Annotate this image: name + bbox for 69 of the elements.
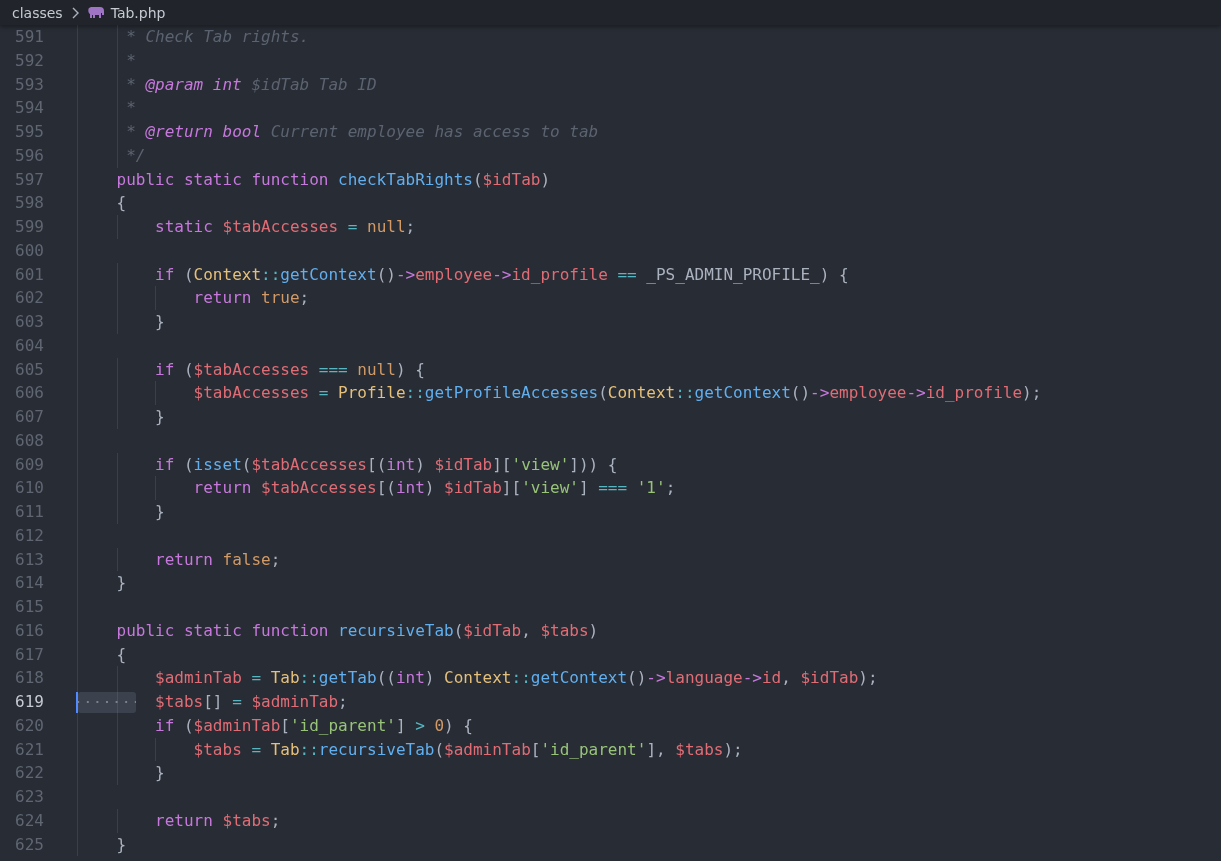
- code-line: public static function recursiveTab($idTab, $tabs): [116, 620, 599, 640]
- line-number: 603: [0, 310, 78, 334]
- current-line-marker: [76, 692, 78, 713]
- line-number: 625: [0, 832, 78, 857]
- line-number: 596: [0, 143, 78, 168]
- elephant-icon: [87, 6, 105, 19]
- line-number: 624: [0, 808, 78, 833]
- line-number: 608: [0, 428, 78, 453]
- code-line: }: [155, 312, 165, 331]
- line-number: 622: [0, 761, 78, 785]
- line-number: 614: [0, 571, 78, 595]
- line-number: 623: [0, 785, 78, 809]
- line-number: 607: [0, 405, 78, 429]
- code-line: * @param int $idTab Tab ID: [126, 74, 377, 94]
- line-number: 612: [0, 523, 78, 548]
- line-number: 594: [0, 96, 78, 120]
- code-line: {: [116, 644, 127, 664]
- code-line: if ($adminTab['id_parent'] > 0) {: [155, 715, 473, 735]
- line-number: 617: [0, 642, 78, 667]
- line-number: 592: [0, 48, 78, 73]
- code-line: *: [126, 50, 136, 70]
- line-number: 593: [0, 72, 78, 97]
- line-number: 609: [0, 452, 78, 477]
- code-line: $tabAccesses = Profile::getProfileAccesses(Context::getContext()->employee->id_profile);: [193, 383, 1042, 403]
- line-number: 604: [0, 333, 78, 358]
- line-number: 606: [0, 381, 78, 405]
- code-line: if (isset($tabAccesses[(int) $idTab]['view'])) {: [155, 454, 618, 474]
- code-line: }: [116, 573, 127, 593]
- line-number: 595: [0, 120, 78, 144]
- code-line: $tabs[] = $adminTab;: [155, 692, 348, 711]
- code-line: if ($tabAccesses === null) {: [155, 359, 425, 379]
- code-line: }: [155, 502, 165, 521]
- line-number: 611: [0, 500, 78, 524]
- file-crumb[interactable]: Tab.php: [110, 4, 166, 21]
- code-line: public static function checkTabRights($idTab): [116, 169, 551, 189]
- line-number: 615: [0, 595, 78, 619]
- line-number: 597: [0, 167, 78, 192]
- line-number: 599: [0, 215, 78, 239]
- code-line: return $tabs;: [155, 810, 281, 830]
- line-number: 602: [0, 286, 78, 310]
- code-line: return true;: [193, 288, 310, 308]
- line-number: 618: [0, 666, 78, 690]
- code-line: }: [155, 407, 165, 426]
- line-number: 616: [0, 618, 78, 643]
- code-line: {: [116, 193, 127, 213]
- code-line: * Check Tab rights.: [126, 27, 310, 46]
- line-number: 610: [0, 476, 78, 500]
- line-number: 621: [0, 737, 78, 762]
- whitespace-dots-icon: [78, 692, 136, 713]
- line-number: 591: [0, 25, 78, 49]
- code-line: }: [116, 834, 127, 854]
- chevron-right-icon: [70, 5, 80, 20]
- line-number: 620: [0, 713, 78, 738]
- folder-crumb[interactable]: classes: [12, 4, 63, 21]
- code-line: $adminTab = Tab::getTab((int) Context::getContext()->language->id, $idTab);: [155, 668, 878, 688]
- line-number: 613: [0, 547, 78, 572]
- line-number: 598: [0, 191, 78, 215]
- code-line: return $tabAccesses[(int) $idTab]['view'] === '1';: [193, 478, 676, 498]
- code-line: if (Context::getContext()->employee->id_profile == _PS_ADMIN_PROFILE_) {: [155, 264, 849, 284]
- code-line: $tabs = Tab::recursiveTab($adminTab['id_parent'], $tabs);: [193, 739, 743, 759]
- code-line: }: [155, 763, 165, 783]
- line-number: 605: [0, 357, 78, 382]
- code-line: return false;: [155, 549, 281, 569]
- code-line: *: [126, 98, 136, 118]
- code-line: * @return bool Current employee has access to tab: [126, 122, 599, 141]
- code-line: static $tabAccesses = null;: [155, 217, 416, 236]
- line-number: 601: [0, 262, 78, 287]
- line-number: 600: [0, 238, 78, 263]
- code-line: */: [126, 145, 146, 165]
